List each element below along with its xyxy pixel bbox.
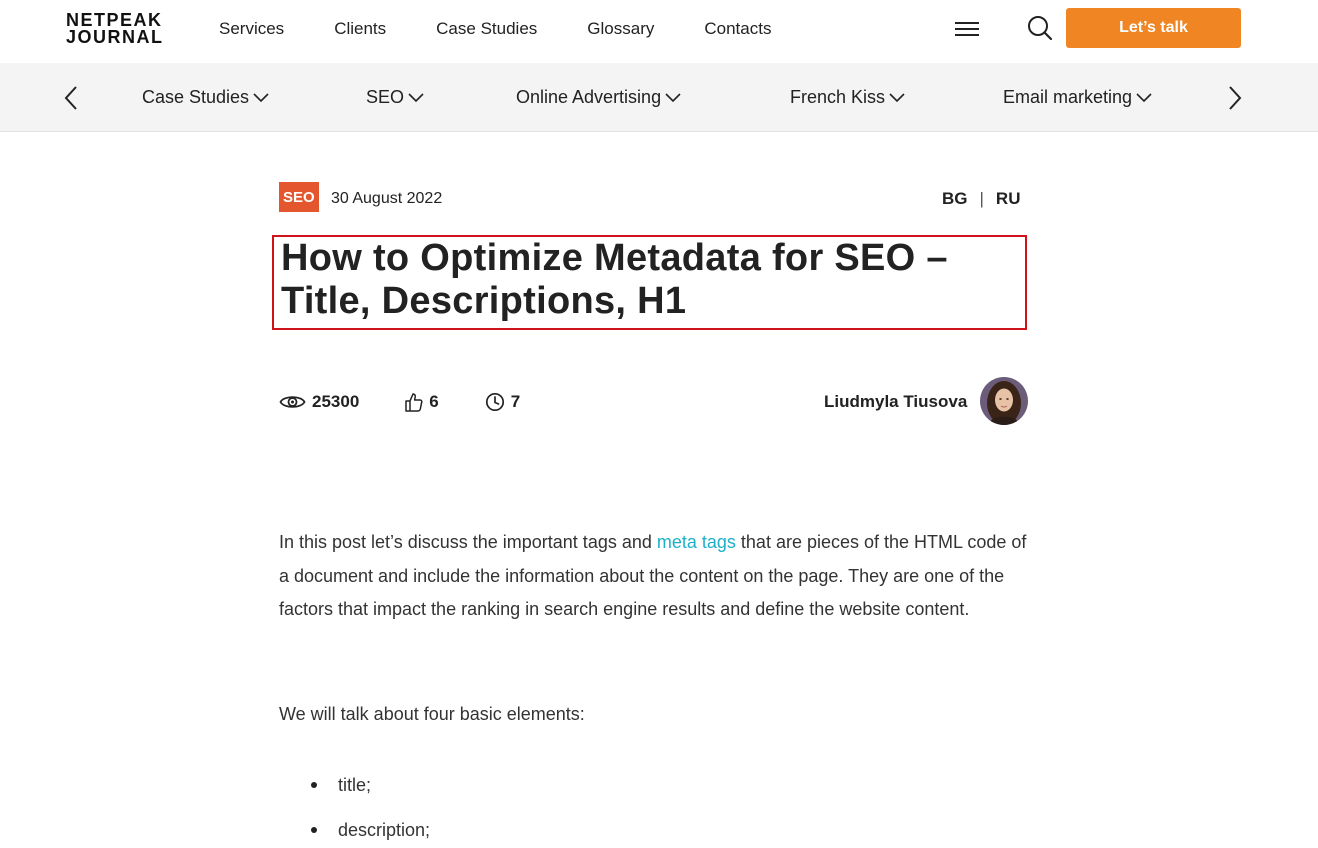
site-header: NETPEAK JOURNAL Services Clients Case St…: [0, 0, 1318, 62]
elements-list: title; description;: [310, 770, 430, 848]
category-email-marketing[interactable]: Email marketing: [1003, 63, 1152, 132]
logo-line-2: JOURNAL: [66, 27, 164, 47]
chevron-down-icon: [408, 92, 424, 102]
site-logo[interactable]: NETPEAK JOURNAL: [66, 11, 176, 47]
views-count: 25300: [312, 392, 360, 411]
chevron-down-icon: [1136, 92, 1152, 102]
chevron-down-icon: [665, 92, 681, 102]
category-label: SEO: [366, 87, 405, 107]
lang-bg[interactable]: BG: [942, 189, 968, 209]
lang-ru[interactable]: RU: [996, 189, 1021, 209]
nav-clients[interactable]: Clients: [334, 19, 386, 39]
author-avatar[interactable]: [980, 377, 1028, 425]
chevron-down-icon: [889, 92, 905, 102]
category-online-advertising[interactable]: Online Advertising: [516, 63, 681, 132]
list-item: title;: [310, 770, 430, 815]
category-label: Online Advertising: [516, 87, 662, 107]
author-name[interactable]: Liudmyla Tiusova: [824, 392, 967, 412]
views-stat: 25300: [279, 392, 359, 412]
intro-text: In this post let’s discuss the important…: [279, 532, 657, 552]
main-nav: Services Clients Case Studies Glossary C…: [219, 0, 821, 58]
eye-icon: [279, 396, 306, 408]
lang-separator: |: [979, 189, 984, 208]
hamburger-menu-icon[interactable]: [955, 22, 979, 38]
read-time-stat: 7: [485, 392, 520, 412]
thumbs-up-icon: [405, 393, 423, 412]
chevron-left-icon[interactable]: [62, 85, 82, 111]
category-seo[interactable]: SEO: [366, 63, 424, 132]
lets-talk-button[interactable]: Let’s talk: [1066, 8, 1241, 48]
likes-count: 6: [429, 392, 439, 411]
meta-tags-link[interactable]: meta tags: [657, 532, 736, 552]
read-time-value: 7: [510, 392, 521, 411]
article-stats: 25300 6 7: [279, 390, 566, 414]
elements-paragraph: We will talk about four basic elements:: [279, 704, 585, 724]
category-case-studies[interactable]: Case Studies: [142, 63, 269, 132]
category-bar: Case Studies SEO Online Advertising Fren…: [0, 63, 1318, 132]
chevron-right-icon[interactable]: [1224, 85, 1244, 111]
nav-case-studies[interactable]: Case Studies: [436, 19, 537, 39]
search-icon[interactable]: [1026, 14, 1054, 42]
nav-glossary[interactable]: Glossary: [587, 19, 654, 39]
nav-contacts[interactable]: Contacts: [704, 19, 771, 39]
intro-paragraph: In this post let’s discuss the important…: [279, 526, 1029, 627]
publish-date: 30 August 2022: [331, 190, 443, 207]
clock-icon: [485, 392, 504, 412]
category-label: Case Studies: [142, 87, 250, 107]
category-label: Email marketing: [1003, 87, 1133, 107]
category-tag[interactable]: SEO: [279, 182, 319, 212]
language-switcher: BG | RU: [942, 189, 1020, 209]
chevron-down-icon: [253, 92, 269, 102]
category-label: French Kiss: [790, 87, 886, 107]
likes-stat[interactable]: 6: [405, 392, 439, 412]
article-title: How to Optimize Metadata for SEO – Title…: [281, 237, 948, 322]
list-item: description;: [310, 815, 430, 848]
category-french-kiss[interactable]: French Kiss: [790, 63, 905, 132]
nav-services[interactable]: Services: [219, 19, 284, 39]
